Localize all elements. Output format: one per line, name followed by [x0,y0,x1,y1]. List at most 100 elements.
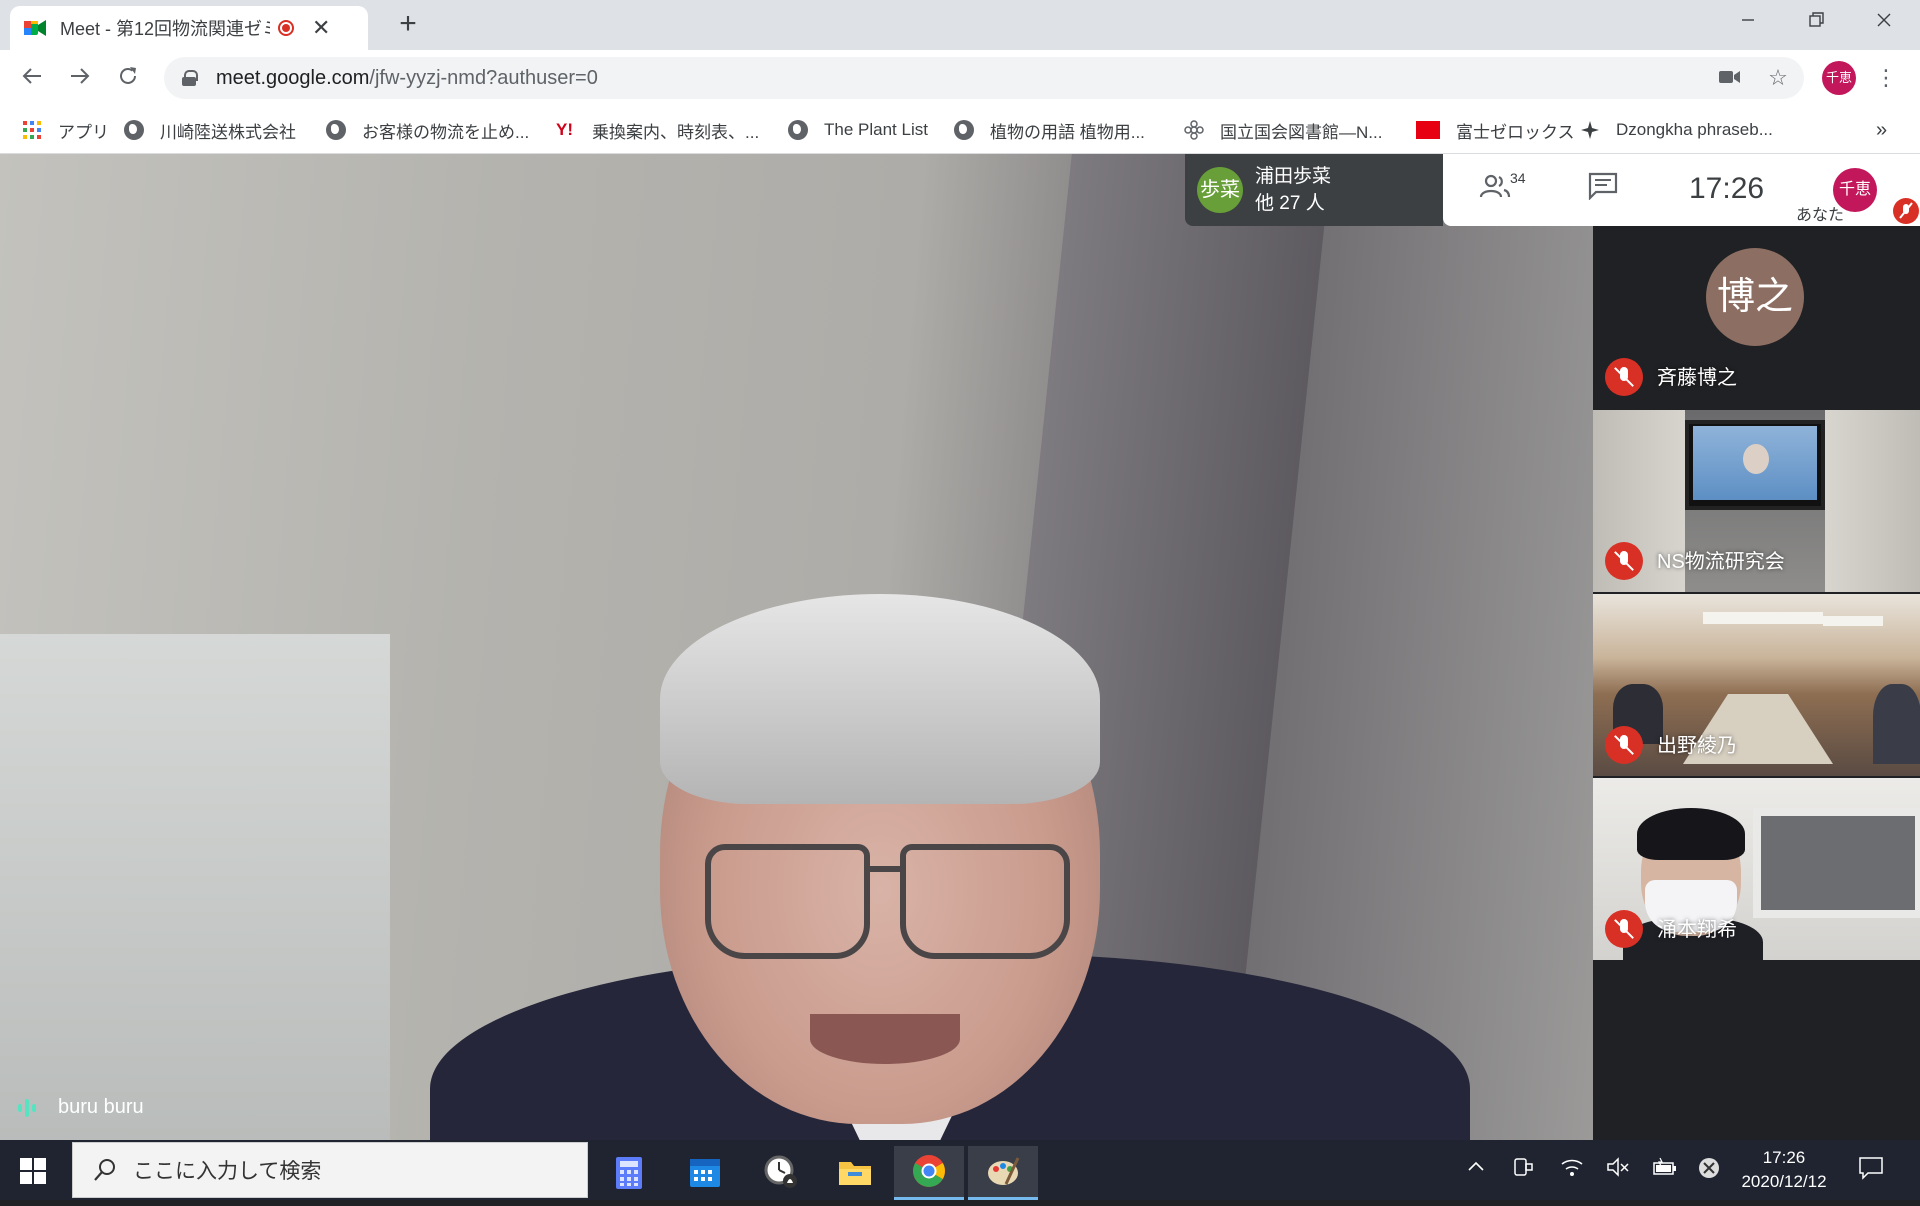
bookmarks-bar: アプリ 川崎陸送株式会社 お客様の物流を止め... Y! 乗換案内、時刻表、..… [0,106,1920,154]
presenter-others: 他 27 人 [1255,193,1325,214]
show-hidden-icons-chevron-icon[interactable] [1466,1156,1486,1179]
globe-icon [954,120,974,140]
lock-icon [182,70,198,86]
mic-off-icon [1605,910,1643,948]
bookmark-item[interactable]: Dzongkha phraseb... [1580,116,1773,144]
bookmark-label: 川崎陸送株式会社 [160,122,296,142]
meeting-info-bar: 34 17:26 あなた 千恵 [1443,154,1920,226]
main-speaker-name: buru buru [58,1096,144,1118]
globe-icon [788,120,808,140]
alarms-clock-icon[interactable] [746,1146,816,1200]
participant-tile[interactable]: 出野綾乃 [1593,594,1920,776]
action-center-icon[interactable] [1858,1156,1884,1186]
presenter-info[interactable]: 歩菜 浦田歩菜 他 27 人 [1185,154,1443,226]
tab-meet[interactable]: Meet - 第12回物流関連ゼミ学 ✕ [10,6,368,50]
main-speaker-video[interactable]: buru buru [0,154,1593,1140]
profile-avatar[interactable]: 千恵 [1822,61,1856,95]
file-explorer-icon[interactable] [820,1146,890,1200]
url-path: /jfw-yyzj-nmd?authuser=0 [369,66,598,89]
wifi-icon[interactable] [1560,1156,1584,1184]
bookmark-label: Dzongkha phraseb... [1616,120,1773,139]
search-icon [94,1159,115,1181]
bookmark-item[interactable]: Y! 乗換案内、時刻表、... [556,116,759,144]
calculator-icon[interactable] [594,1146,664,1200]
taskbar-time: 17:26 [1762,1148,1806,1167]
participant-tile[interactable]: 博之 斉藤博之 [1593,226,1920,408]
network-disconnected-icon[interactable] [1697,1156,1721,1186]
bookmark-item[interactable]: The Plant List [788,116,928,144]
forward-button[interactable] [62,60,98,96]
camera-icon[interactable] [1714,62,1746,94]
back-button[interactable] [14,60,50,96]
google-meet-icon [24,19,46,37]
mic-off-icon [1605,358,1643,396]
url-host: meet.google.com [216,66,370,89]
taskbar-date: 2020/12/12 [1741,1172,1827,1191]
recording-indicator-icon [278,20,294,36]
mic-off-icon [1605,542,1643,580]
bookmark-label: 富士ゼロックス [1456,122,1575,142]
tab-title: Meet - 第12回物流関連ゼミ学 [60,19,270,39]
windows-start-button[interactable] [20,1158,46,1184]
browser-tab-strip: Meet - 第12回物流関連ゼミ学 ✕ + [0,0,1920,50]
taskbar-search-box[interactable]: ここに入力して検索 [72,1142,588,1198]
yahoo-icon: Y! [556,120,573,139]
globe-icon [124,120,144,140]
battery-icon[interactable] [1652,1156,1678,1184]
meet-now-icon[interactable] [1512,1156,1534,1184]
participant-name: 斉藤博之 [1657,367,1737,389]
search-placeholder: ここに入力して検索 [133,1160,322,1183]
volume-muted-icon[interactable] [1606,1156,1630,1184]
paint-icon[interactable] [968,1146,1038,1200]
bookmark-item[interactable]: 川崎陸送株式会社 [124,116,296,144]
windows-taskbar: ここに入力して検索 17:26 2020/12/12 [0,1140,1920,1200]
restore-button[interactable] [1786,4,1846,40]
bookmark-apps[interactable]: アプリ [22,116,109,144]
chat-button[interactable] [1585,172,1621,208]
calendar-icon[interactable] [670,1146,740,1200]
self-mic-off-icon [1893,198,1919,224]
fujixerox-icon [1416,121,1440,139]
taskbar-clock[interactable]: 17:26 2020/12/12 [1734,1146,1834,1194]
speaking-indicator-icon [18,1098,36,1117]
bookmark-item[interactable]: お客様の物流を止め... [326,116,529,144]
bookmark-label: 国立国会図書館―N... [1220,122,1383,142]
minimize-button[interactable] [1718,4,1778,40]
apps-grid-icon [22,120,42,140]
dzongkha-icon [1580,120,1600,140]
reload-button[interactable] [110,60,146,96]
bookmark-item[interactable]: 植物の用語 植物用... [954,116,1145,144]
bookmark-label: お客様の物流を止め... [362,122,530,142]
bookmark-item[interactable]: 国立国会図書館―N... [1184,116,1382,144]
browser-toolbar: meet.google.com/jfw-yyzj-nmd?authuser=0 … [0,50,1920,106]
menu-kebab-icon[interactable]: ⋮ [1870,62,1902,94]
participant-name: 出野綾乃 [1657,735,1737,757]
presenter-name: 浦田歩菜 [1255,166,1332,187]
self-avatar[interactable]: 千恵 [1833,168,1877,212]
participants-button[interactable] [1477,172,1513,208]
bookmarks-overflow-button[interactable]: » [1876,116,1887,144]
bookmark-label: 植物の用語 植物用... [990,122,1145,142]
window-close-button[interactable] [1854,4,1914,40]
address-bar[interactable]: meet.google.com/jfw-yyzj-nmd?authuser=0 [164,57,1804,99]
participant-name: 涌本翔希 [1657,919,1737,941]
bookmark-star-icon[interactable]: ☆ [1762,62,1794,94]
new-tab-button[interactable]: + [390,6,426,42]
participant-tile[interactable]: NS物流研究会 [1593,410,1920,592]
ndl-icon [1184,120,1204,140]
bookmark-item[interactable]: 富士ゼロックス [1416,116,1575,144]
participant-name: NS物流研究会 [1657,551,1785,573]
tab-close-button[interactable]: ✕ [312,15,330,41]
bookmark-label: アプリ [58,122,109,142]
self-label: あなた [1796,207,1845,224]
presenter-avatar: 歩菜 [1197,167,1243,213]
participant-count: 34 [1510,170,1526,186]
meet-stage: buru buru 歩菜 浦田歩菜 他 27 人 34 17:26 あなた 千恵… [0,154,1920,1140]
participant-tile[interactable]: 涌本翔希 [1593,778,1920,960]
mic-off-icon [1605,726,1643,764]
participant-avatar: 博之 [1706,248,1804,346]
bookmark-label: 乗換案内、時刻表、... [592,122,760,142]
globe-icon [326,120,346,140]
chrome-icon[interactable] [894,1146,964,1200]
bookmark-label: The Plant List [824,120,928,139]
